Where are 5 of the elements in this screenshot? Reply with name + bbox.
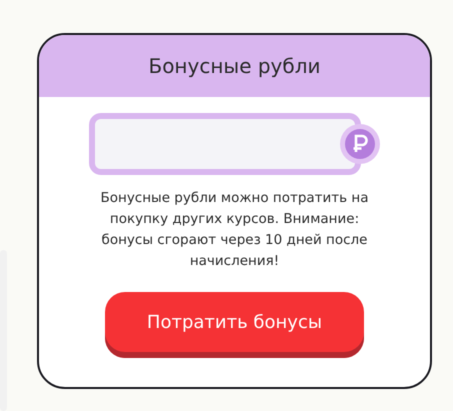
spend-bonuses-button[interactable]: Потратить бонусы (105, 292, 364, 358)
card-title: Бонусные рубли (148, 54, 321, 78)
ruble-coin-icon (340, 124, 380, 164)
amount-field[interactable] (88, 113, 360, 175)
bonus-description: Бонусные рубли можно потратить на покупку других курсов. Внимание: бонусы сгорают через 10 дней после начисления! (99, 189, 370, 271)
